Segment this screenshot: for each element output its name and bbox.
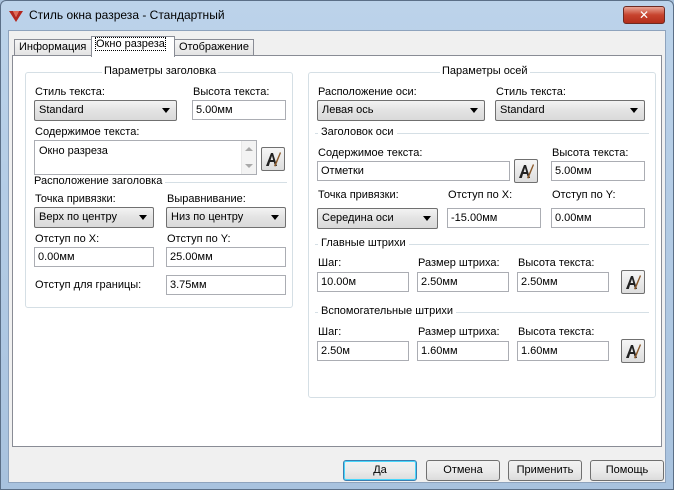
major-step-input[interactable]: 10.00м	[317, 272, 409, 292]
title-params-group: Параметры заголовка Стиль текста: Standa…	[25, 65, 293, 308]
axis-text-style-combo[interactable]: Standard	[495, 100, 645, 121]
minor-tick-size-label: Размер штриха:	[418, 326, 500, 338]
title-text-style-label: Стиль текста:	[35, 86, 105, 98]
title-offset-y-label: Отступ по Y:	[167, 233, 231, 245]
axis-position-label: Расположение оси:	[318, 86, 417, 98]
tab-section-window-label: Окно разреза	[95, 37, 166, 51]
minor-ticks-section-title: Вспомогательные штрихи	[318, 305, 456, 317]
axis-position-combo[interactable]: Левая ось	[317, 100, 485, 121]
axis-position-value: Левая ось	[322, 104, 374, 116]
minor-font-button[interactable]	[621, 339, 645, 363]
font-style-icon	[626, 344, 641, 359]
major-text-height-input[interactable]: 2.50мм	[517, 272, 609, 292]
apply-button[interactable]: Применить	[508, 460, 582, 481]
chevron-down-icon	[162, 108, 170, 113]
chevron-down-icon	[271, 215, 279, 220]
axis-params-group: Параметры осей Расположение оси: Левая о…	[308, 65, 656, 398]
minor-step-label: Шаг:	[318, 326, 342, 338]
minor-tick-size-input[interactable]: 1.60мм	[417, 341, 509, 361]
font-style-icon	[266, 152, 281, 167]
title-font-button[interactable]	[261, 147, 285, 171]
tab-information-label: Информация	[19, 41, 87, 53]
major-step-label: Шаг:	[318, 257, 342, 269]
title-anchor-value: Верх по центру	[39, 211, 118, 223]
title-align-combo[interactable]: Низ по центру	[166, 207, 286, 228]
title-offset-x-label: Отступ по X:	[35, 233, 100, 245]
axis-offset-y-input[interactable]: 0.00мм	[551, 208, 645, 228]
axis-content-input[interactable]: Отметки	[317, 161, 510, 181]
title-text-style-value: Standard	[39, 104, 84, 116]
title-border-offset-input[interactable]: 3.75мм	[166, 275, 286, 295]
scroll-up-arrow-icon[interactable]	[245, 147, 253, 151]
minor-step-input[interactable]: 2.50м	[317, 341, 409, 361]
ok-button[interactable]: Да	[343, 460, 417, 481]
tab-section-window[interactable]: Окно разреза	[91, 36, 175, 57]
tab-display[interactable]: Отображение	[174, 39, 254, 56]
help-button[interactable]: Помощь	[590, 460, 664, 481]
chevron-down-icon	[630, 108, 638, 113]
title-anchor-label: Точка привязки:	[35, 193, 116, 205]
title-content-textarea[interactable]: Окно разреза	[34, 140, 257, 175]
major-tick-size-input[interactable]: 2.50мм	[417, 272, 509, 292]
axis-title-font-button[interactable]	[514, 159, 538, 183]
minor-text-height-input[interactable]: 1.60мм	[517, 341, 609, 361]
axis-offset-x-input[interactable]: -15.00мм	[447, 208, 541, 228]
dialog-window: Стиль окна разреза - Стандартный ✕ Инфор…	[0, 0, 674, 490]
tab-information[interactable]: Информация	[14, 39, 92, 56]
axis-anchor-label: Точка привязки:	[318, 189, 399, 201]
major-ticks-section-title: Главные штрихи	[318, 237, 409, 249]
axis-content-label: Содержимое текста:	[318, 147, 423, 159]
axis-text-height-input[interactable]: 5.00мм	[551, 161, 645, 181]
cancel-button[interactable]: Отмена	[426, 460, 500, 481]
axis-text-style-value: Standard	[500, 104, 545, 116]
chevron-down-icon	[139, 215, 147, 220]
title-offset-x-input[interactable]: 0.00мм	[34, 247, 154, 267]
title-content-value: Окно разреза	[39, 145, 108, 157]
title-params-group-title: Параметры заголовка	[102, 65, 219, 77]
axis-anchor-value: Середина оси	[322, 212, 394, 224]
font-style-icon	[626, 275, 641, 290]
title-border-offset-label: Отступ для границы:	[35, 279, 142, 291]
title-bar[interactable]: Стиль окна разреза - Стандартный ✕	[1, 1, 673, 30]
major-font-button[interactable]	[621, 270, 645, 294]
title-align-value: Низ по центру	[171, 211, 244, 223]
title-content-scrollbar[interactable]	[241, 141, 256, 174]
minor-text-height-label: Высота текста:	[518, 326, 595, 338]
axis-text-style-label: Стиль текста:	[496, 86, 566, 98]
chevron-down-icon	[423, 216, 431, 221]
scroll-down-arrow-icon[interactable]	[245, 164, 253, 168]
major-text-height-label: Высота текста:	[518, 257, 595, 269]
close-icon: ✕	[638, 8, 650, 22]
close-button[interactable]: ✕	[623, 6, 665, 24]
chevron-down-icon	[470, 108, 478, 113]
title-align-label: Выравнивание:	[167, 193, 246, 205]
major-tick-size-label: Размер штриха:	[418, 257, 500, 269]
tab-display-label: Отображение	[179, 41, 249, 53]
axis-offset-y-label: Отступ по Y:	[552, 189, 616, 201]
title-placement-section-title: Расположение заголовка	[31, 175, 166, 187]
title-text-style-combo[interactable]: Standard	[34, 100, 177, 121]
axis-title-section-title: Заголовок оси	[318, 126, 397, 138]
title-content-label: Содержимое текста:	[35, 126, 140, 138]
axis-text-height-label: Высота текста:	[552, 147, 629, 159]
title-text-height-label: Высота текста:	[193, 86, 270, 98]
axis-offset-x-label: Отступ по X:	[448, 189, 513, 201]
window-title: Стиль окна разреза - Стандартный	[29, 8, 225, 22]
tab-panel: Параметры заголовка Стиль текста: Standa…	[12, 55, 662, 447]
dialog-client: Информация Окно разреза Отображение Пара…	[8, 30, 666, 483]
title-anchor-combo[interactable]: Верх по центру	[34, 207, 154, 228]
title-text-height-input[interactable]: 5.00мм	[192, 100, 286, 120]
font-style-icon	[519, 164, 534, 179]
axis-params-group-title: Параметры осей	[440, 65, 530, 77]
app-logo-icon	[9, 11, 23, 22]
title-offset-y-input[interactable]: 25.00мм	[166, 247, 286, 267]
axis-anchor-combo[interactable]: Середина оси	[317, 208, 438, 229]
